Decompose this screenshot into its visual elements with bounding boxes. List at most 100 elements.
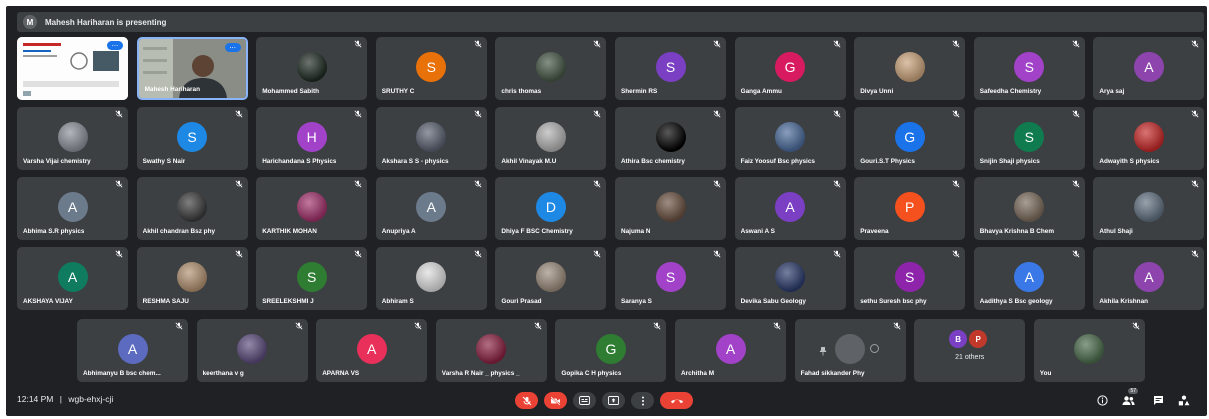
activities-button[interactable]	[1176, 392, 1192, 408]
participant-tile[interactable]: Adwayith S physics	[1093, 107, 1205, 170]
participant-tile[interactable]: A Anupriya A	[375, 177, 487, 240]
mic-off-icon	[773, 322, 781, 330]
mic-off-icon	[1132, 322, 1140, 330]
mic-off-icon	[354, 250, 362, 258]
avatar: G	[775, 52, 806, 82]
mic-off-icon	[354, 40, 362, 48]
participant-tile[interactable]: RESHMA SAJU	[136, 247, 248, 310]
avatar: S	[296, 262, 327, 292]
participant-tile[interactable]: G Ganga Ammu	[734, 37, 846, 100]
profile-photo	[535, 52, 566, 82]
screen-share-tile[interactable]: ...	[17, 37, 128, 100]
others-tile[interactable]: B P 21 others	[914, 319, 1026, 382]
remove-icon[interactable]	[869, 344, 879, 353]
participant-tile[interactable]: A Abhimanyu B bsc chem...	[77, 319, 188, 382]
camera-off-button[interactable]	[544, 392, 567, 409]
participant-tile[interactable]: Devika Sabu Geology	[734, 247, 846, 310]
mic-off-icon	[593, 250, 601, 258]
participant-tile[interactable]: Bhavya Krishna B Chem	[973, 177, 1085, 240]
participant-tile[interactable]: Varsha Vijai chemistry	[17, 107, 128, 170]
participant-tile[interactable]: Varsha R Nair _ physics _	[435, 319, 547, 382]
participant-tile[interactable]: S Saranya S	[615, 247, 726, 310]
mic-off-icon	[1191, 40, 1199, 48]
participant-name: APARNA VS	[322, 370, 360, 377]
present-button[interactable]	[602, 392, 625, 409]
participant-tile[interactable]: A Arya saj	[1093, 37, 1205, 100]
mic-off-icon	[593, 180, 601, 188]
participant-tile[interactable]: Ssethu Suresh bsc phy	[854, 247, 966, 310]
participant-tile[interactable]: G Gouri.S.T Physics	[854, 107, 966, 170]
participant-tile[interactable]: chris thomas	[495, 37, 607, 100]
participant-tile[interactable]: Divya Unni	[854, 37, 966, 100]
mic-off-icon	[713, 250, 721, 258]
participant-tile[interactable]: KARTHIK MOHAN	[256, 177, 368, 240]
participant-tile[interactable]: A Architha M	[675, 319, 786, 382]
participant-name: Gopika C H physics	[561, 370, 622, 377]
captions-button[interactable]	[573, 392, 596, 409]
participant-tile[interactable]: A Aadithya S Bsc geology	[973, 247, 1085, 310]
participant-tile[interactable]: You	[1033, 319, 1145, 382]
participant-name: SREELEKSHMI J	[262, 298, 314, 305]
participant-tile[interactable]: keerthana v g	[196, 319, 308, 382]
profile-photo	[894, 52, 925, 82]
meeting-details-button[interactable]	[1094, 392, 1110, 408]
avatar: A	[1133, 262, 1164, 292]
profile-photo	[1133, 122, 1164, 152]
mic-off-icon	[952, 110, 960, 118]
participant-name: Fahad sikkander Phy	[800, 370, 865, 377]
avatar: S	[416, 52, 447, 82]
avatar: A	[1014, 262, 1045, 292]
participant-tile[interactable]: Mohammed Sabith	[256, 37, 368, 100]
participant-tile[interactable]: S Shermin RS	[615, 37, 726, 100]
participant-name: Abhimanyu B bsc chem...	[83, 370, 161, 377]
participant-tile[interactable]: Gouri Prasad	[495, 247, 607, 310]
pin-icon[interactable]	[819, 343, 827, 356]
participant-tile[interactable]: S SREELEKSHMI J	[256, 247, 368, 310]
participant-tile[interactable]: S Swathy S Nair	[136, 107, 248, 170]
participant-tile[interactable]: Akhil Vinayak M.U	[495, 107, 607, 170]
participant-tile[interactable]: P Praveena	[854, 177, 966, 240]
participant-tile[interactable]: S Safeedha Chemistry	[973, 37, 1085, 100]
participant-name: keerthana v g	[202, 370, 244, 377]
participant-tile[interactable]: D Dhiya F BSC Chemistry	[495, 177, 607, 240]
participant-tile[interactable]: S Snijin Shaji physics	[973, 107, 1085, 170]
avatar: A	[117, 334, 148, 364]
participant-tile[interactable]: G Gopika C H physics	[555, 319, 667, 382]
profile-photo	[296, 192, 327, 222]
participant-tile[interactable]: Faiz Yoosuf Bsc physics	[734, 107, 846, 170]
participant-tile[interactable]: A Aswani A S	[734, 177, 846, 240]
mic-off-icon	[833, 180, 841, 188]
profile-photo	[476, 334, 507, 364]
participant-tile[interactable]: A AKSHAYA VIJAY	[17, 247, 128, 310]
participant-name: Aswani A S	[740, 228, 775, 235]
participant-tile[interactable]: Fahad sikkander Phy	[794, 319, 906, 382]
mic-off-icon	[893, 322, 901, 330]
more-options-button[interactable]	[631, 392, 654, 409]
participant-tile[interactable]: S SRUTHY C	[375, 37, 487, 100]
participant-tile[interactable]: Akshara S S - physics	[375, 107, 487, 170]
more-options-icon[interactable]: ...	[224, 42, 241, 52]
participant-tile[interactable]: Akhil chandran Bsz phy	[136, 177, 248, 240]
mic-off-icon	[295, 322, 303, 330]
participant-tile[interactable]: H Harichandana S Physics	[256, 107, 368, 170]
participant-name: Harichandana S Physics	[262, 158, 337, 165]
participant-tile[interactable]: ... Mahesh Hariharan	[136, 37, 248, 100]
participant-tile[interactable]: Abhiram S	[375, 247, 487, 310]
more-options-icon[interactable]: ...	[107, 40, 123, 50]
profile-photo	[177, 192, 208, 222]
participant-tile[interactable]: Athira Bsc chemistry	[615, 107, 726, 170]
mic-off-icon	[1191, 110, 1199, 118]
participant-tile[interactable]: A APARNA VS	[316, 319, 428, 382]
profile-photo	[655, 192, 686, 222]
participant-name: Dhiya F BSC Chemistry	[501, 228, 573, 235]
people-button[interactable]: 57	[1120, 388, 1138, 408]
chat-button[interactable]	[1150, 392, 1166, 408]
participant-name: Saranya S	[621, 298, 652, 305]
mic-off-icon	[474, 250, 482, 258]
leave-call-button[interactable]	[660, 392, 693, 409]
mic-off-button[interactable]	[515, 392, 538, 409]
participant-tile[interactable]: A Abhima S.R physics	[17, 177, 128, 240]
participant-tile[interactable]: Najuma N	[615, 177, 726, 240]
participant-tile[interactable]: Athul Shaji	[1093, 177, 1205, 240]
participant-tile[interactable]: A Akhila Krishnan	[1093, 247, 1205, 310]
